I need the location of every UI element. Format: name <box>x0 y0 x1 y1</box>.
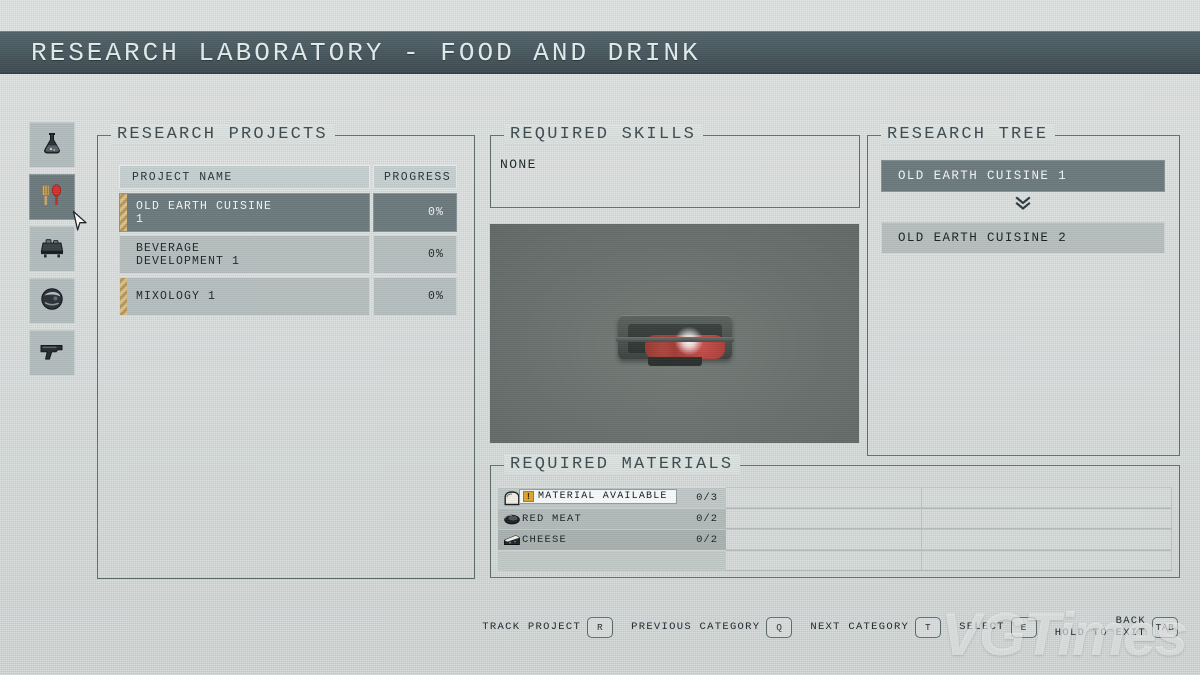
control-label: NEXT CATEGORY <box>810 620 910 633</box>
required-skills-panel: REQUIRED SKILLS NONE <box>490 125 860 208</box>
table-row[interactable]: BEVERAGE DEVELOPMENT 1 0% <box>119 235 457 274</box>
control-label: SELECT <box>959 620 1005 633</box>
project-preview-image <box>489 223 860 444</box>
project-name-cell: MIXOLOGY 1 <box>119 277 370 316</box>
required-materials-title: REQUIRED MATERIALS <box>504 455 741 475</box>
utensils-icon <box>38 181 66 214</box>
sidebar-item-food-and-drink[interactable] <box>29 174 75 220</box>
food-tray-illustration <box>615 309 734 367</box>
chevron-down-icon <box>881 196 1165 218</box>
window-title-bar: RESEARCH LABORATORY - FOOD AND DRINK <box>0 31 1200 74</box>
red-meat-icon <box>501 511 522 528</box>
project-name-label: BEVERAGE DEVELOPMENT 1 <box>136 241 241 268</box>
project-name-cell: BEVERAGE DEVELOPMENT 1 <box>119 235 370 274</box>
project-progress-cell: 0% <box>373 235 457 274</box>
material-empty-cell <box>726 508 922 529</box>
material-info: RED MEAT 0/2 <box>498 508 726 529</box>
control-label: PREVIOUS CATEGORY <box>631 620 761 633</box>
material-count-label: 0/3 <box>696 492 718 504</box>
project-progress-cell: 0% <box>373 277 457 316</box>
material-info: CHEESE 0/2 <box>498 529 726 550</box>
column-header-progress: PROGRESS <box>373 165 457 189</box>
control-hint-previous-category[interactable]: PREVIOUS CATEGORY Q <box>631 617 793 638</box>
tracked-marker-icon <box>120 278 127 315</box>
project-name-label: MIXOLOGY 1 <box>136 290 217 303</box>
tray-lip <box>615 336 734 342</box>
material-empty-cell <box>726 487 922 508</box>
keycap[interactable]: R <box>587 617 614 638</box>
keycap[interactable]: Q <box>766 617 793 638</box>
column-header-project-name: PROJECT NAME <box>119 165 370 189</box>
material-name-label: CHEESE <box>522 534 568 546</box>
pistol-icon <box>38 340 66 367</box>
research-projects-table: PROJECT NAME PROGRESS OLD EARTH CUISINE … <box>119 165 457 319</box>
material-empty-cell <box>726 529 922 550</box>
research-tree-panel: RESEARCH TREE OLD EARTH CUISINE 1 OLD EA… <box>867 125 1180 456</box>
required-materials-panel: REQUIRED MATERIALS 0/3 ! MATERIAL AVAILA… <box>490 455 1180 578</box>
research-tree-title: RESEARCH TREE <box>881 125 1056 145</box>
material-empty-cell <box>726 550 922 571</box>
research-projects-title: RESEARCH PROJECTS <box>111 125 335 145</box>
research-projects-panel: RESEARCH PROJECTS PROJECT NAME PROGRESS … <box>97 125 475 579</box>
sidebar-item-equipment[interactable] <box>29 278 75 324</box>
control-hint-back[interactable]: BACK HOLD TO EXIT TAB <box>1054 615 1178 639</box>
control-hint-track-project[interactable]: TRACK PROJECT R <box>482 617 614 638</box>
material-row[interactable]: 0/3 ! MATERIAL AVAILABLE <box>498 487 1172 508</box>
category-sidebar <box>29 122 75 382</box>
sidebar-item-pharmacology[interactable] <box>29 122 75 168</box>
workbench-icon <box>38 234 66 265</box>
warning-icon: ! <box>523 491 534 502</box>
material-row-empty <box>498 550 1172 571</box>
cheese-icon <box>501 532 522 549</box>
panel-border <box>490 135 860 208</box>
project-name-label: OLD EARTH CUISINE 1 <box>136 199 273 226</box>
keycap[interactable]: E <box>1010 617 1037 638</box>
keycap[interactable]: TAB <box>1152 617 1178 638</box>
control-hint-select[interactable]: SELECT E <box>959 617 1037 638</box>
material-available-tooltip: ! MATERIAL AVAILABLE <box>519 489 677 504</box>
required-skills-title: REQUIRED SKILLS <box>504 125 704 145</box>
tray-foot <box>647 356 702 366</box>
required-materials-grid: 0/3 ! MATERIAL AVAILABLE RED MEAT 0/2 CH… <box>498 487 1172 571</box>
flask-icon <box>39 130 65 161</box>
material-empty-cell <box>922 508 1172 529</box>
table-row[interactable]: OLD EARTH CUISINE 1 0% <box>119 193 457 232</box>
material-empty-cell <box>922 550 1172 571</box>
mouse-cursor-icon <box>72 210 90 239</box>
material-row[interactable]: CHEESE 0/2 <box>498 529 1172 550</box>
sidebar-item-weaponry[interactable] <box>29 330 75 376</box>
table-header-row: PROJECT NAME PROGRESS <box>119 165 457 189</box>
control-label: TRACK PROJECT <box>482 620 582 633</box>
keycap[interactable]: T <box>915 617 942 638</box>
material-info: 0/3 ! MATERIAL AVAILABLE <box>498 487 726 508</box>
material-empty-cell <box>922 487 1172 508</box>
control-hints-bar: TRACK PROJECT R PREVIOUS CATEGORY Q NEXT… <box>0 615 1178 639</box>
material-count-label: 0/2 <box>696 513 718 525</box>
sidebar-item-manufacturing[interactable] <box>29 226 75 272</box>
project-progress-cell: 0% <box>373 193 457 232</box>
tracked-marker-icon <box>120 194 127 231</box>
material-info-empty <box>498 550 726 571</box>
material-name-label: RED MEAT <box>522 513 583 525</box>
research-tree-node[interactable]: OLD EARTH CUISINE 2 <box>881 222 1165 254</box>
page-title: RESEARCH LABORATORY - FOOD AND DRINK <box>31 37 701 68</box>
control-hint-next-category[interactable]: NEXT CATEGORY T <box>810 617 942 638</box>
helmet-icon <box>38 285 66 318</box>
tooltip-text: MATERIAL AVAILABLE <box>538 491 668 502</box>
material-row[interactable]: RED MEAT 0/2 <box>498 508 1172 529</box>
required-skills-value: NONE <box>500 157 537 172</box>
control-label: BACK HOLD TO EXIT <box>1054 615 1146 639</box>
project-name-cell: OLD EARTH CUISINE 1 <box>119 193 370 232</box>
material-count-label: 0/2 <box>696 534 718 546</box>
research-tree-node[interactable]: OLD EARTH CUISINE 1 <box>881 160 1165 192</box>
material-empty-cell <box>922 529 1172 550</box>
table-row[interactable]: MIXOLOGY 1 0% <box>119 277 457 316</box>
